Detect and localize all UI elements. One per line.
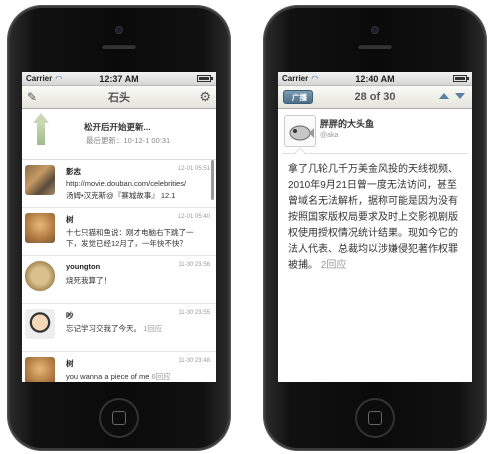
release-text: 松开后开始更新... xyxy=(84,122,151,132)
page-title: 28 of 30 xyxy=(354,91,396,103)
reply-count[interactable]: 2回应 xyxy=(321,260,347,271)
author-name: 树 xyxy=(66,215,74,224)
post-body: 拿了几轮几千万美金风投的天线视频、2010年9月21日曾一度无法访问，甚至曾域名… xyxy=(278,154,472,282)
home-button[interactable] xyxy=(99,398,139,438)
post-link[interactable]: http://movie.douban.com/celebrities/ xyxy=(66,179,186,188)
reply-count[interactable]: 1回应 xyxy=(143,324,162,333)
author-name: 吵 xyxy=(66,311,74,320)
camera-dot xyxy=(372,27,378,33)
pull-arrow-icon xyxy=(33,113,49,149)
avatar[interactable] xyxy=(25,357,55,382)
post-text: you wanna a piece of me 6回应 xyxy=(66,372,171,381)
camera-dot xyxy=(116,27,122,33)
down-arrow-icon[interactable] xyxy=(454,90,466,102)
left-phone: Carrier ◠ 12:37 AM ✎ 石头 ⚙ 松开后开始更新... 最后更… xyxy=(8,6,230,450)
status-bar: Carrier ◠ 12:40 AM xyxy=(278,72,472,86)
author-name: 影志 xyxy=(66,167,81,176)
list-item[interactable]: 树 12-01 05:40 十七只猫和鱼说：刚才电脑右下跳了一 下，发觉已经12… xyxy=(22,208,216,256)
status-bar: Carrier ◠ 12:37 AM xyxy=(22,72,216,86)
compose-icon[interactable]: ✎ xyxy=(27,90,37,104)
author-name: youngton xyxy=(66,262,101,271)
gear-icon[interactable]: ⚙ xyxy=(199,89,211,105)
author-name[interactable]: 胖胖的大头鱼 xyxy=(320,117,374,130)
list-item[interactable]: youngton 11-30 23:56 烧死我算了！ xyxy=(22,256,216,304)
avatar[interactable] xyxy=(25,261,55,291)
post-text: 忘记学习交我了今天。 1回应 xyxy=(66,324,163,333)
scrollbar[interactable] xyxy=(211,160,214,200)
post-date: 11-30 23:55 xyxy=(178,310,210,316)
nav-bar: 广播 28 of 30 xyxy=(278,86,472,109)
page-title: 石头 xyxy=(108,92,130,104)
avatar[interactable] xyxy=(25,309,55,339)
battery-icon xyxy=(453,75,469,82)
list-item[interactable]: 影志 12-01 05:51 http://movie.douban.com/c… xyxy=(22,160,216,208)
status-time: 12:37 AM xyxy=(99,73,139,84)
post-text: 拿了几轮几千万美金风投的天线视频、2010年9月21日曾一度无法访问，甚至曾域名… xyxy=(288,164,458,271)
last-updated: 最后更新：10-12-1 00:31 xyxy=(86,136,171,145)
avatar[interactable] xyxy=(284,115,316,147)
post-date: 11-30 23:56 xyxy=(178,262,210,268)
post-text: 下，发觉已经12月了，一年快不快？ xyxy=(66,239,187,248)
right-screen: Carrier ◠ 12:40 AM 广播 28 of 30 胖胖的大头鱼 @a… xyxy=(278,72,472,382)
post-date: 12-01 05:40 xyxy=(177,214,210,220)
post-text: 烧死我算了！ xyxy=(66,276,111,285)
status-time: 12:40 AM xyxy=(355,73,395,84)
battery-icon xyxy=(197,75,213,82)
post-text: 十七只猫和鱼说：刚才电脑右下跳了一 xyxy=(66,228,194,237)
post-text: 汤姆•汉克斯@『赛城故事』 12.1 xyxy=(66,191,176,200)
avatar[interactable] xyxy=(25,213,55,243)
back-button[interactable]: 广播 xyxy=(283,90,313,104)
reply-count[interactable]: 6回应 xyxy=(151,372,170,381)
list-item[interactable]: 吵 11-30 23:55 忘记学习交我了今天。 1回应 xyxy=(22,304,216,352)
pull-to-refresh: 松开后开始更新... 最后更新：10-12-1 00:31 xyxy=(22,109,216,160)
left-screen: Carrier ◠ 12:37 AM ✎ 石头 ⚙ 松开后开始更新... 最后更… xyxy=(22,72,216,382)
feed-list: 影志 12-01 05:51 http://movie.douban.com/c… xyxy=(22,160,216,382)
speaker-grille xyxy=(358,44,392,49)
up-arrow-icon[interactable] xyxy=(438,90,450,102)
author-name: 树 xyxy=(66,359,74,368)
fish-logo-icon xyxy=(289,125,314,141)
author-header: 胖胖的大头鱼 @aka xyxy=(278,109,472,153)
nav-bar: ✎ 石头 ⚙ xyxy=(22,86,216,109)
home-button[interactable] xyxy=(355,398,395,438)
divider xyxy=(282,153,468,154)
post-date: 12-01 05:51 xyxy=(177,166,210,172)
speaker-grille xyxy=(102,44,136,49)
list-item[interactable]: 树 11-30 23:48 you wanna a piece of me 6回… xyxy=(22,352,216,382)
author-handle: @aka xyxy=(320,132,339,139)
avatar[interactable] xyxy=(25,165,55,195)
right-phone: Carrier ◠ 12:40 AM 广播 28 of 30 胖胖的大头鱼 @a… xyxy=(264,6,486,450)
post-date: 11-30 23:48 xyxy=(178,358,210,364)
